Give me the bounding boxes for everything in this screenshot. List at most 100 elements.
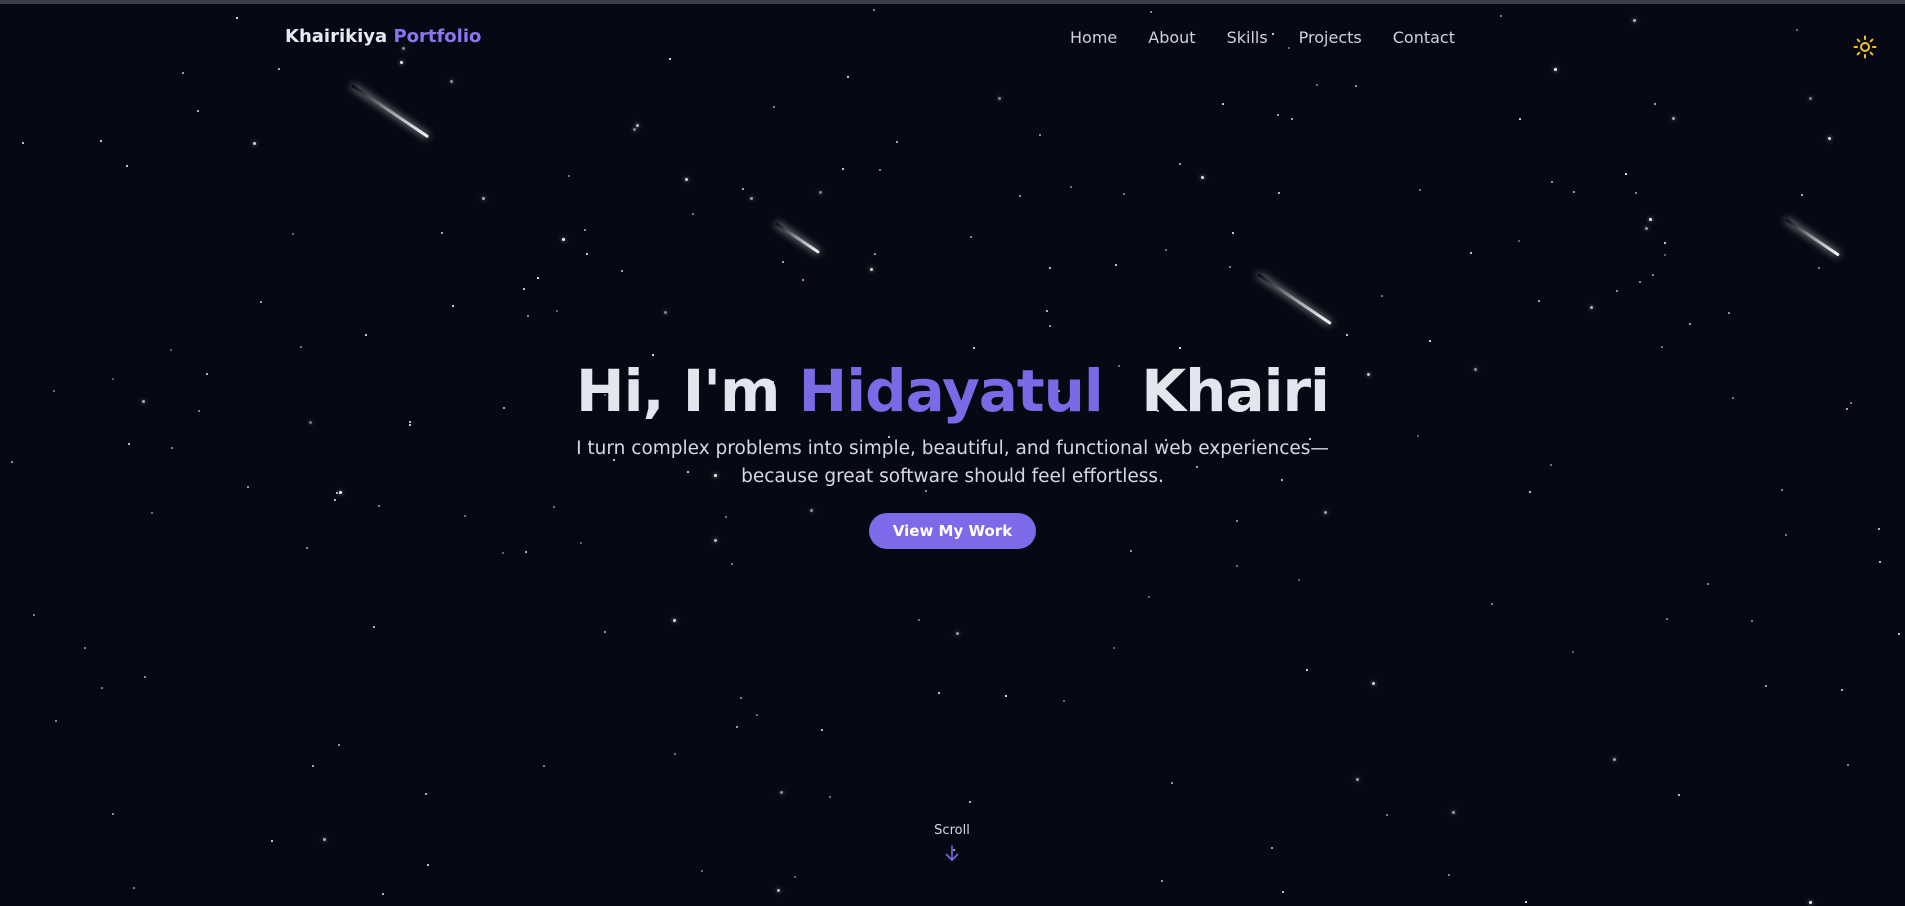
- star: [312, 765, 314, 767]
- star: [33, 614, 35, 616]
- star: [427, 864, 429, 866]
- star: [502, 552, 504, 554]
- nav-link-skills[interactable]: Skills: [1227, 28, 1268, 47]
- star: [1229, 266, 1231, 268]
- star: [260, 301, 262, 303]
- nav-link-contact[interactable]: Contact: [1393, 28, 1455, 47]
- star: [742, 188, 744, 190]
- star: [1372, 682, 1375, 685]
- star: [1728, 312, 1730, 314]
- brand-logo[interactable]: Khairikiya Portfolio: [285, 26, 481, 47]
- sun-icon: [1853, 35, 1877, 59]
- star: [1616, 290, 1618, 292]
- star: [973, 347, 975, 349]
- star: [1291, 118, 1293, 120]
- star: [126, 165, 128, 167]
- star: [1649, 218, 1652, 221]
- star: [482, 197, 485, 200]
- star: [673, 619, 676, 622]
- star: [802, 279, 804, 281]
- star: [621, 270, 623, 272]
- star: [1019, 195, 1021, 197]
- shooting-star: [1785, 218, 1840, 257]
- star: [1672, 117, 1675, 120]
- brand-accent: Portfolio: [393, 26, 482, 47]
- star: [543, 765, 545, 767]
- star: [1818, 267, 1820, 269]
- star: [777, 889, 780, 892]
- star: [896, 141, 898, 143]
- nav-link-home[interactable]: Home: [1070, 28, 1117, 47]
- star: [101, 687, 103, 689]
- star: [938, 692, 940, 694]
- star: [821, 729, 823, 731]
- nav-link-about[interactable]: About: [1148, 28, 1195, 47]
- star: [1765, 685, 1767, 687]
- star: [1306, 669, 1308, 671]
- star: [1678, 794, 1680, 796]
- star: [969, 801, 971, 803]
- star: [1879, 561, 1881, 563]
- scroll-label: Scroll: [934, 823, 970, 838]
- star: [1809, 901, 1812, 904]
- shooting-star: [351, 84, 430, 139]
- star: [1222, 103, 1224, 105]
- star: [586, 253, 588, 255]
- star: [636, 124, 639, 127]
- star: [998, 97, 1001, 100]
- star: [1847, 764, 1849, 766]
- star: [1448, 874, 1450, 876]
- star: [452, 305, 454, 307]
- arrow-down-icon: [945, 845, 959, 861]
- star: [1654, 103, 1656, 105]
- star: [144, 676, 146, 678]
- star: [879, 169, 881, 171]
- star: [525, 551, 527, 553]
- star: [1236, 565, 1238, 567]
- star: [740, 697, 742, 699]
- star: [1841, 689, 1843, 691]
- star: [338, 744, 340, 746]
- star: [664, 311, 667, 314]
- star: [1664, 254, 1666, 256]
- star: [1346, 334, 1348, 336]
- star: [692, 213, 694, 215]
- nav-links: Home About Skills Projects Contact: [1070, 28, 1455, 47]
- star: [100, 140, 102, 142]
- star: [874, 253, 876, 255]
- star: [537, 277, 539, 279]
- star: [271, 840, 273, 842]
- star: [773, 106, 775, 108]
- star: [633, 128, 636, 131]
- star: [1278, 192, 1280, 194]
- star: [731, 563, 733, 565]
- star: [1491, 603, 1493, 605]
- star: [750, 197, 753, 200]
- theme-toggle-button[interactable]: [1853, 35, 1877, 59]
- star: [1519, 118, 1521, 120]
- star: [523, 288, 525, 290]
- star: [842, 168, 844, 170]
- star: [382, 893, 384, 895]
- star: [1429, 340, 1431, 342]
- star: [1201, 176, 1204, 179]
- star: [323, 838, 326, 841]
- nav-link-projects[interactable]: Projects: [1299, 28, 1362, 47]
- star: [1625, 173, 1627, 175]
- star: [1551, 181, 1553, 183]
- star: [1039, 134, 1041, 136]
- star: [1386, 814, 1388, 816]
- star: [819, 191, 822, 194]
- scroll-indicator[interactable]: Scroll: [902, 823, 1002, 862]
- star: [1355, 85, 1357, 87]
- star: [584, 229, 586, 231]
- star: [782, 261, 784, 263]
- star: [956, 632, 959, 635]
- star: [1179, 347, 1181, 349]
- star: [112, 813, 114, 815]
- view-my-work-button[interactable]: View My Work: [868, 513, 1037, 549]
- star: [1161, 880, 1163, 882]
- star: [1635, 192, 1637, 194]
- star: [604, 631, 606, 633]
- star: [674, 753, 676, 755]
